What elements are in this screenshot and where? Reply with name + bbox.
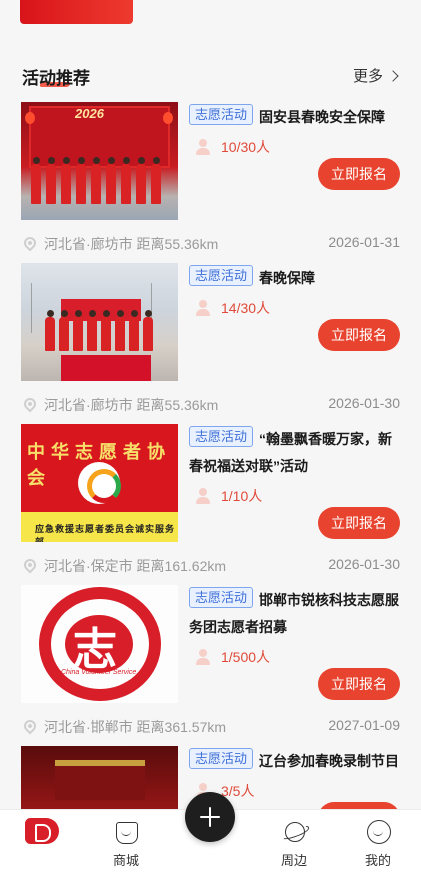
- smiley-icon: [365, 818, 391, 844]
- tab-nearby-label: 周边: [280, 853, 307, 868]
- signup-button[interactable]: 立即报名: [318, 507, 400, 539]
- chevron-right-icon: [387, 69, 399, 82]
- top-banner-image[interactable]: [20, 0, 133, 24]
- person-icon: [195, 300, 211, 316]
- activity-meta: 河北省·邯郸市 距离361.57km 2027-01-09: [21, 717, 400, 737]
- tab-home[interactable]: [12, 818, 72, 844]
- activity-thumbnail: [21, 263, 178, 381]
- section-header: 活动推荐 更多: [0, 58, 421, 90]
- signup-button[interactable]: 立即报名: [318, 668, 400, 700]
- signup-button[interactable]: 立即报名: [318, 158, 400, 190]
- participant-count: 1/500人: [195, 647, 270, 667]
- activity-card[interactable]: 志 China Volunteer Service 志愿活动 邯郸市锐核科技志愿…: [0, 585, 421, 746]
- location-pin-icon: [21, 234, 39, 252]
- location-text: 河北省·保定市 距离161.62km: [44, 558, 227, 574]
- stage-caption: 2026: [75, 106, 104, 121]
- tab-shop[interactable]: 商城: [96, 818, 156, 869]
- person-icon: [195, 139, 211, 155]
- activity-title: 辽台参加春晚录制节目: [259, 753, 399, 769]
- activity-card[interactable]: 2026 志愿活动 固安县春晚安全保障 10/30人 立即报名 河北省·廊坊市 …: [0, 102, 421, 263]
- location-text: 河北省·邯郸市 距离361.57km: [44, 719, 227, 735]
- activity-thumbnail: 中华志愿者协会 应急救援志愿者委员会诚实服务部: [21, 424, 178, 542]
- tab-shop-label: 商城: [112, 853, 139, 868]
- location-text: 河北省·廊坊市 距离55.36km: [44, 236, 219, 252]
- location-pin-icon: [21, 395, 39, 413]
- signup-button[interactable]: 立即报名: [318, 319, 400, 351]
- banner-strip: 应急救援志愿者委员会诚实服务部: [21, 512, 178, 542]
- location-pin-icon: [21, 717, 39, 735]
- home-logo-icon: [25, 818, 59, 844]
- location-pin-icon: [21, 556, 39, 574]
- organization-logo-icon: [78, 462, 121, 504]
- activity-title: 固安县春晚安全保障: [259, 109, 385, 125]
- activity-title: 春晚保障: [259, 270, 315, 286]
- participant-count: 1/10人: [195, 486, 262, 506]
- activity-title: “翰墨飘香暖万家，新春祝福送对联”活动: [189, 431, 392, 474]
- tab-mine-label: 我的: [364, 853, 391, 868]
- stage-gate: [55, 760, 145, 800]
- activity-card[interactable]: 志愿活动 春晚保障 14/30人 立即报名 河北省·廊坊市 距离55.36km …: [0, 263, 421, 424]
- activity-date: 2026-01-30: [328, 556, 400, 572]
- activity-date: 2026-01-31: [328, 234, 400, 250]
- activity-thumbnail: 志 China Volunteer Service: [21, 585, 178, 703]
- person-icon: [195, 649, 211, 665]
- tab-mine[interactable]: 我的: [348, 818, 408, 869]
- more-label: 更多: [352, 68, 383, 85]
- activity-date: 2026-01-30: [328, 395, 400, 411]
- activity-thumbnail: 2026: [21, 102, 178, 220]
- tab-nearby[interactable]: 周边: [264, 818, 324, 869]
- section-title: 活动推荐: [22, 69, 90, 88]
- shop-icon: [113, 818, 139, 844]
- participant-count: 10/30人: [195, 137, 270, 157]
- planet-icon: [281, 818, 307, 844]
- activity-meta: 河北省·廊坊市 距离55.36km 2026-01-30: [21, 395, 400, 415]
- person-icon: [195, 488, 211, 504]
- location-text: 河北省·廊坊市 距离55.36km: [44, 397, 219, 413]
- activity-card[interactable]: 中华志愿者协会 应急救援志愿者委员会诚实服务部 志愿活动 “翰墨飘香暖万家，新春…: [0, 424, 421, 585]
- activity-meta: 河北省·保定市 距离161.62km 2026-01-30: [21, 556, 400, 576]
- activity-date: 2027-01-09: [328, 717, 400, 733]
- activity-title: 邯郸市锐核科技志愿服务团志愿者招募: [189, 592, 399, 635]
- add-button[interactable]: [185, 792, 235, 842]
- activity-meta: 河北省·廊坊市 距离55.36km 2026-01-31: [21, 234, 400, 254]
- participant-count: 14/30人: [195, 298, 270, 318]
- more-link[interactable]: 更多: [352, 65, 399, 86]
